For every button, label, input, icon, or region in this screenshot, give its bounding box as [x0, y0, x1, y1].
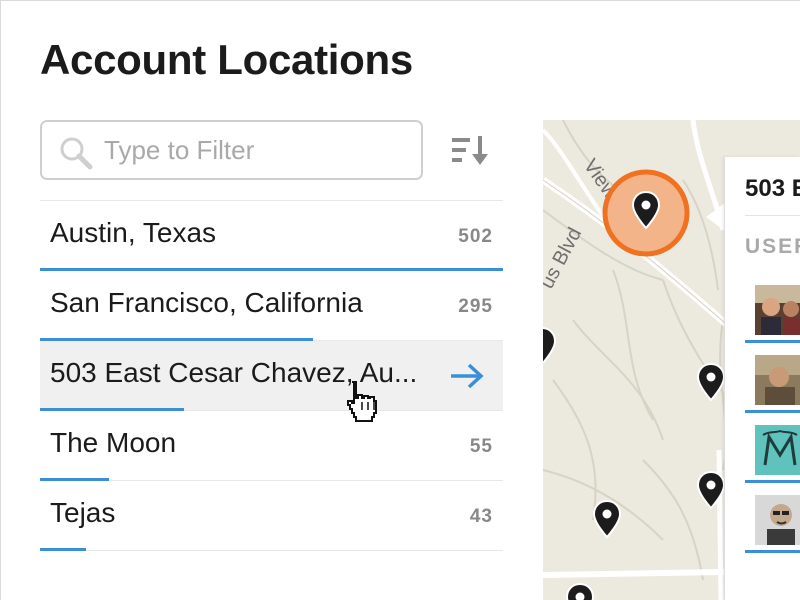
panel-section-header: USERS — [745, 235, 800, 258]
location-name: Austin, Texas — [50, 217, 217, 248]
sort-descending-icon — [452, 136, 488, 165]
filter-box[interactable] — [40, 120, 423, 180]
list-item[interactable]: The Moon 55 — [40, 411, 503, 481]
list-item[interactable]: San Francisco, California 295 — [40, 271, 503, 341]
user-row[interactable] — [745, 487, 800, 553]
sort-button[interactable] — [450, 134, 494, 168]
list-item[interactable]: 503 East Cesar Chavez, Au... — [40, 341, 503, 411]
location-count: 502 — [458, 226, 493, 247]
hand-pointer-icon — [347, 381, 377, 422]
user-row[interactable] — [745, 347, 800, 413]
location-detail-panel: 503 E USERS — [724, 157, 800, 600]
avatar[interactable] — [755, 495, 800, 545]
filter-input[interactable] — [104, 132, 404, 168]
location-name: Tejas — [50, 497, 116, 528]
list-item[interactable]: Tejas 43 — [40, 481, 503, 551]
user-row[interactable] — [745, 417, 800, 483]
panel-title: 503 E — [745, 175, 800, 202]
location-count: 55 — [469, 436, 493, 457]
arrow-right-icon[interactable] — [449, 362, 485, 390]
panel-divider — [745, 215, 800, 216]
location-count: 43 — [469, 506, 493, 527]
avatar[interactable] — [755, 355, 800, 405]
location-count: 295 — [458, 296, 493, 317]
location-list: Austin, Texas 502 San Francisco, Californi… — [40, 200, 503, 551]
search-icon — [60, 137, 93, 170]
location-name: San Francisco, California — [50, 287, 363, 318]
page-title: Account Locations — [40, 36, 413, 83]
share-bar — [40, 548, 87, 551]
map-pin-icon[interactable] — [565, 582, 595, 600]
user-row[interactable] — [745, 277, 800, 343]
location-name: The Moon — [50, 427, 177, 458]
panel-pointer — [706, 203, 725, 231]
list-item[interactable]: Austin, Texas 502 — [40, 201, 503, 271]
avatar[interactable] — [755, 285, 800, 335]
avatar[interactable] — [755, 425, 800, 475]
